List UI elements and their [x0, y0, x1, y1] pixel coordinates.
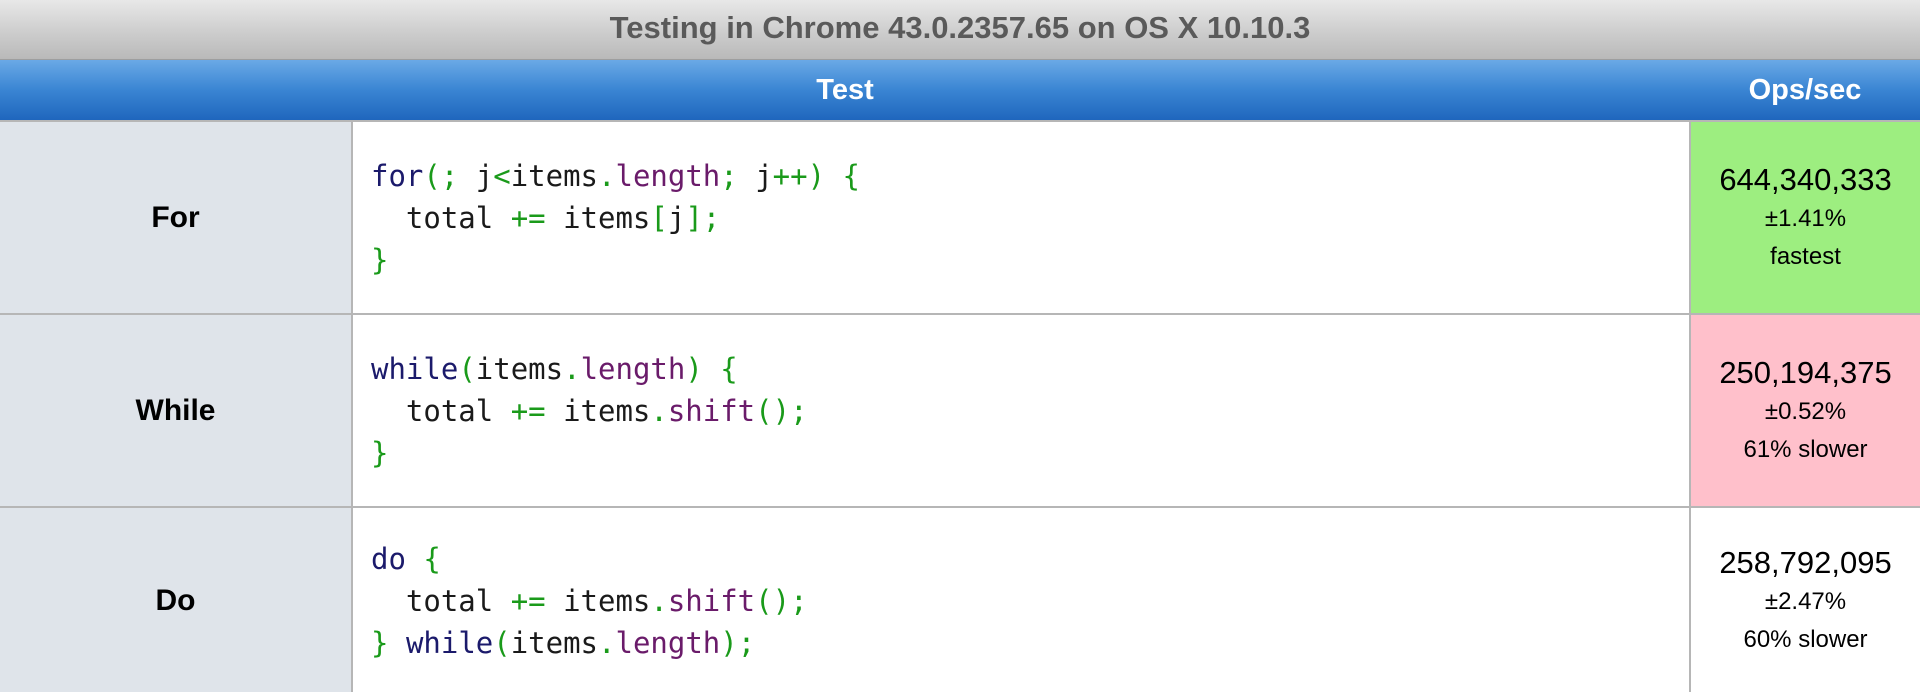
code-token: do: [371, 542, 406, 576]
results-body: For for(; j<items.length; j++) { total +…: [0, 120, 1920, 692]
test-name: For: [0, 120, 353, 314]
code-token: items: [545, 393, 651, 428]
code-token: items: [545, 584, 651, 618]
code-token: items: [510, 158, 599, 193]
code-token: (: [458, 351, 476, 386]
code-token: ++: [772, 158, 808, 193]
ops-note: 61% slower: [1743, 435, 1868, 463]
code-token: items: [510, 626, 599, 660]
code-token: ;: [790, 393, 808, 428]
test-code-cell: while(items.length) { total += items.shi…: [352, 313, 1692, 507]
ops-note: 60% slower: [1743, 626, 1868, 653]
ops-cell: 644,340,333 ±1.41% fastest: [1690, 120, 1920, 314]
code-snippet: do { total += items.shift(); } while(ite…: [371, 538, 1689, 664]
header-ops-per-sec: Ops/sec: [1690, 60, 1920, 121]
code-token: total: [371, 200, 511, 235]
code-token: }: [371, 242, 389, 277]
table-row: While while(items.length) { total += ite…: [0, 313, 1920, 507]
table-header-row: Test Ops/sec: [0, 60, 1920, 121]
ops-cell: 250,194,375 ±0.52% 61% slower: [1690, 313, 1920, 507]
code-token: length: [615, 158, 721, 193]
code-token: ;: [720, 158, 738, 193]
code-token: .: [563, 351, 581, 386]
code-token: j: [458, 158, 494, 193]
ops-value: 250,194,375: [1719, 354, 1892, 390]
test-code-cell: for(; j<items.length; j++) { total += it…: [352, 120, 1692, 314]
code-token: items: [475, 351, 564, 386]
code-token: .: [650, 584, 668, 618]
code-token: total: [371, 584, 511, 618]
code-token: j: [737, 158, 773, 193]
code-token: ;: [702, 200, 721, 235]
code-token: for: [371, 158, 424, 193]
code-token: }: [371, 435, 389, 470]
code-token: {: [842, 158, 860, 193]
results-table: Test Ops/sec For for(; j<items.length; j…: [0, 60, 1920, 692]
code-token: total: [371, 393, 511, 428]
code-token: }: [371, 626, 389, 660]
code-token: {: [423, 542, 441, 576]
test-name: While: [0, 313, 353, 507]
code-snippet: for(; j<items.length; j++) { total += it…: [371, 155, 1689, 281]
code-token: +=: [510, 200, 546, 235]
code-token: j: [667, 200, 686, 235]
code-token: (): [755, 584, 791, 618]
code-token: <: [493, 158, 511, 193]
header-test: Test: [0, 60, 1691, 121]
code-token: while: [371, 351, 459, 386]
code-token: ;: [737, 626, 756, 660]
code-token: ): [720, 626, 738, 660]
code-snippet: while(items.length) { total += items.shi…: [371, 348, 1689, 474]
code-token: length: [615, 626, 721, 660]
code-token: ): [685, 351, 703, 386]
code-token: [: [650, 200, 668, 235]
code-token: .: [598, 158, 616, 193]
code-token: .: [598, 626, 616, 660]
test-name: Do: [0, 506, 353, 692]
benchmark-results-page: Testing in Chrome 43.0.2357.65 on OS X 1…: [0, 0, 1920, 692]
ops-value: 644,340,333: [1719, 161, 1892, 197]
code-token: ): [807, 158, 826, 193]
ops-note: fastest: [1770, 242, 1841, 270]
results-caption: Testing in Chrome 43.0.2357.65 on OS X 1…: [0, 0, 1920, 60]
ops-cell: 258,792,095 ±2.47% 60% slower: [1690, 506, 1920, 692]
code-token: (: [493, 626, 511, 660]
code-token: +=: [510, 393, 546, 428]
code-token: length: [580, 351, 686, 386]
code-token: items: [545, 200, 651, 235]
code-token: while: [405, 626, 494, 660]
code-token: (: [423, 158, 441, 193]
code-token: {: [720, 351, 738, 386]
table-row: For for(; j<items.length; j++) { total +…: [0, 120, 1920, 314]
code-token: ;: [440, 158, 459, 193]
code-token: ;: [790, 584, 808, 618]
code-token: .: [650, 393, 668, 428]
ops-margin: ±2.47%: [1764, 588, 1847, 615]
test-code-cell: do { total += items.shift(); } while(ite…: [352, 506, 1692, 692]
table-row: Do do { total += items.shift(); } while(…: [0, 506, 1920, 692]
ops-value: 258,792,095: [1719, 545, 1892, 580]
ops-margin: ±0.52%: [1764, 397, 1847, 425]
code-token: shift: [667, 393, 756, 428]
code-token: shift: [667, 584, 756, 618]
ops-margin: ±1.41%: [1764, 204, 1847, 232]
code-token: (): [755, 393, 791, 428]
code-token: ]: [685, 200, 703, 235]
code-token: +=: [510, 584, 546, 618]
